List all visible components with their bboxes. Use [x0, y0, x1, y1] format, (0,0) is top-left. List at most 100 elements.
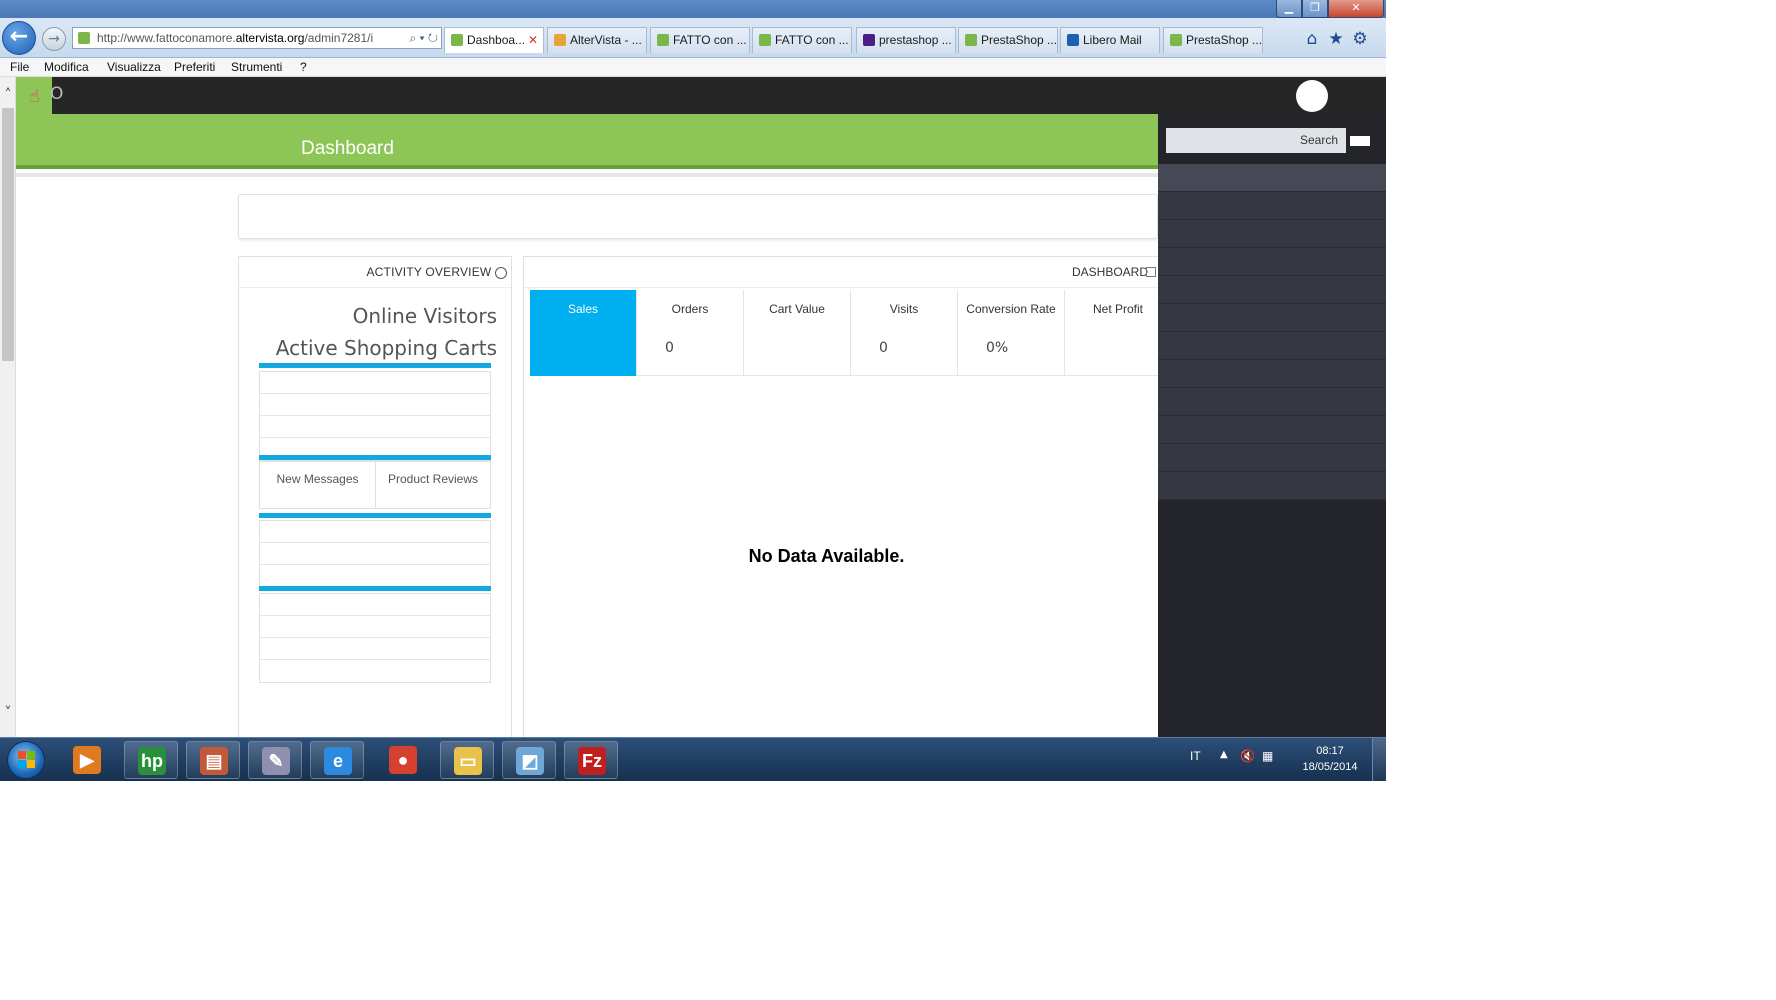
messages-tabs: New Messages Product Reviews: [259, 461, 491, 509]
browser-tab[interactable]: Libero Mail: [1060, 27, 1160, 53]
scroll-up-arrow-icon[interactable]: ˄: [0, 87, 16, 103]
tab-favicon-icon: [965, 34, 977, 46]
hp-icon: hp: [138, 747, 166, 775]
back-button[interactable]: ←: [2, 21, 36, 55]
settings-circle-icon[interactable]: [495, 266, 507, 279]
taskbar-app-button[interactable]: e: [310, 741, 364, 779]
avatar[interactable]: [1296, 80, 1328, 112]
kpi-tab[interactable]: Net Profit: [1065, 290, 1172, 376]
speaker-muted-icon[interactable]: 🔇: [1240, 749, 1255, 763]
sidebar-item[interactable]: [1158, 388, 1386, 416]
section-divider: [259, 513, 491, 518]
search-button[interactable]: [1350, 136, 1370, 146]
sidebar-item[interactable]: [1158, 444, 1386, 472]
orders-summary-table: [259, 371, 491, 461]
sidebar-item[interactable]: [1158, 360, 1386, 388]
browser-tab[interactable]: FATTO con ...: [752, 27, 852, 53]
online-visitors-label: Online Visitors: [352, 304, 497, 328]
browser-tab[interactable]: PrestaShop ...: [1163, 27, 1263, 53]
sidebar-item[interactable]: [1158, 416, 1386, 444]
kpi-tab[interactable]: Visits 0: [851, 290, 958, 376]
scroll-thumb[interactable]: [2, 108, 14, 361]
sidebar-item[interactable]: [1158, 276, 1386, 304]
tab-close-icon[interactable]: ✕: [528, 28, 538, 52]
home-icon[interactable]: ⌂: [1302, 30, 1322, 50]
kpi-tab[interactable]: Sales: [530, 290, 637, 376]
kpi-tab[interactable]: Cart Value: [744, 290, 851, 376]
tab-new-messages[interactable]: New Messages: [260, 462, 376, 508]
sidebar-item[interactable]: [1158, 304, 1386, 332]
minimize-button[interactable]: ▁: [1276, 0, 1302, 18]
active-carts-label: Active Shopping Carts: [275, 336, 497, 360]
clock-date[interactable]: 18/05/2014: [1290, 761, 1370, 773]
kpi-value: 0: [665, 340, 674, 356]
table-row: [260, 372, 490, 394]
browser-navbar: ← → http://www.fattoconamore.altervista.…: [0, 18, 1386, 58]
sidebar-search-input[interactable]: Search: [1166, 128, 1346, 153]
language-indicator[interactable]: IT: [1190, 749, 1201, 763]
tab-favicon-icon: [554, 34, 566, 46]
header-divider: [16, 173, 1173, 177]
tray-expand-icon[interactable]: ▲: [1220, 749, 1228, 760]
table-row: [260, 616, 490, 638]
table-row: [260, 543, 490, 565]
tab-label: PrestaShop ...: [1186, 33, 1263, 47]
taskbar-app-button[interactable]: ✎: [248, 741, 302, 779]
divider: [239, 287, 511, 288]
media-player-icon: ▶: [73, 746, 101, 774]
menu-item[interactable]: Strumenti: [231, 58, 282, 76]
taskbar-app-button[interactable]: ▶: [60, 741, 114, 779]
taskbar-app-button[interactable]: ◩: [502, 741, 556, 779]
start-button[interactable]: [7, 741, 45, 779]
forward-button[interactable]: →: [42, 27, 66, 51]
dashboard-panel-title: DASHBOARD: [1071, 265, 1148, 279]
tab-label: FATTO con ...: [775, 33, 849, 47]
gear-icon[interactable]: ⚙: [1350, 30, 1370, 50]
sidebar-item[interactable]: [1158, 248, 1386, 276]
menu-item[interactable]: Preferiti: [174, 58, 215, 76]
kpi-tab[interactable]: Conversion Rate 0%: [958, 290, 1065, 376]
close-window-button[interactable]: ✕: [1328, 0, 1384, 18]
browser-tab[interactable]: PrestaShop ...: [958, 27, 1058, 53]
sidebar-item[interactable]: [1158, 332, 1386, 360]
table-row: [260, 565, 490, 587]
windows-logo-icon: [18, 751, 36, 769]
menu-item[interactable]: ?: [300, 58, 307, 76]
show-desktop-button[interactable]: [1372, 738, 1386, 781]
address-bar[interactable]: http://www.fattoconamore.altervista.org/…: [72, 27, 442, 49]
network-icon[interactable]: ▦: [1262, 749, 1273, 763]
taskbar-app-button[interactable]: ●: [376, 741, 430, 779]
taskbar-app-button[interactable]: hp: [124, 741, 178, 779]
maximize-button[interactable]: ❐: [1302, 0, 1328, 18]
kpi-label: Sales: [567, 302, 599, 316]
taskbar: ▶ hp ▤ ✎ e ● ▭ ◩ Fz IT ▲ 🔇 ▦ 08:17 18/05/2014: [0, 737, 1386, 781]
vertical-scrollbar[interactable]: ˄ ˅: [0, 77, 16, 737]
browser-tab[interactable]: FATTO con ...: [650, 27, 750, 53]
kpi-label: Orders: [671, 302, 709, 316]
menu-item[interactable]: File: [10, 58, 29, 76]
browser-tab[interactable]: AlterVista - ...: [547, 27, 647, 53]
taskbar-app-button[interactable]: Fz: [564, 741, 618, 779]
menu-item[interactable]: Modifica: [44, 58, 89, 76]
sidebar-item[interactable]: [1158, 192, 1386, 220]
sidebar-item[interactable]: [1158, 164, 1386, 192]
browser-tab[interactable]: Dashboa... ✕: [444, 27, 544, 53]
scroll-down-arrow-icon[interactable]: ˅: [0, 705, 16, 721]
tab-product-reviews[interactable]: Product Reviews: [376, 462, 490, 508]
sidebar-item[interactable]: [1158, 472, 1386, 500]
kpi-tab[interactable]: Orders 0: [637, 290, 744, 376]
sidebar-item[interactable]: [1158, 220, 1386, 248]
browser-tab[interactable]: prestashop ...: [856, 27, 956, 53]
export-icon[interactable]: [1146, 267, 1156, 277]
address-search-refresh-icon[interactable]: ⌕ ▾ ↻: [406, 28, 438, 48]
window-titlebar: ▁ ❐ ✕: [0, 0, 1386, 18]
tab-label: PrestaShop ...: [981, 33, 1058, 47]
taskbar-app-button[interactable]: ▭: [440, 741, 494, 779]
site-favicon-icon: [78, 32, 90, 44]
address-suffix: /admin7281/i: [304, 31, 374, 45]
clock-time[interactable]: 08:17: [1305, 745, 1355, 757]
favorites-star-icon[interactable]: ★: [1326, 30, 1346, 50]
taskbar-app-button[interactable]: ▤: [186, 741, 240, 779]
menu-item[interactable]: Visualizza: [107, 58, 161, 76]
traffic-summary-table: [259, 593, 491, 683]
